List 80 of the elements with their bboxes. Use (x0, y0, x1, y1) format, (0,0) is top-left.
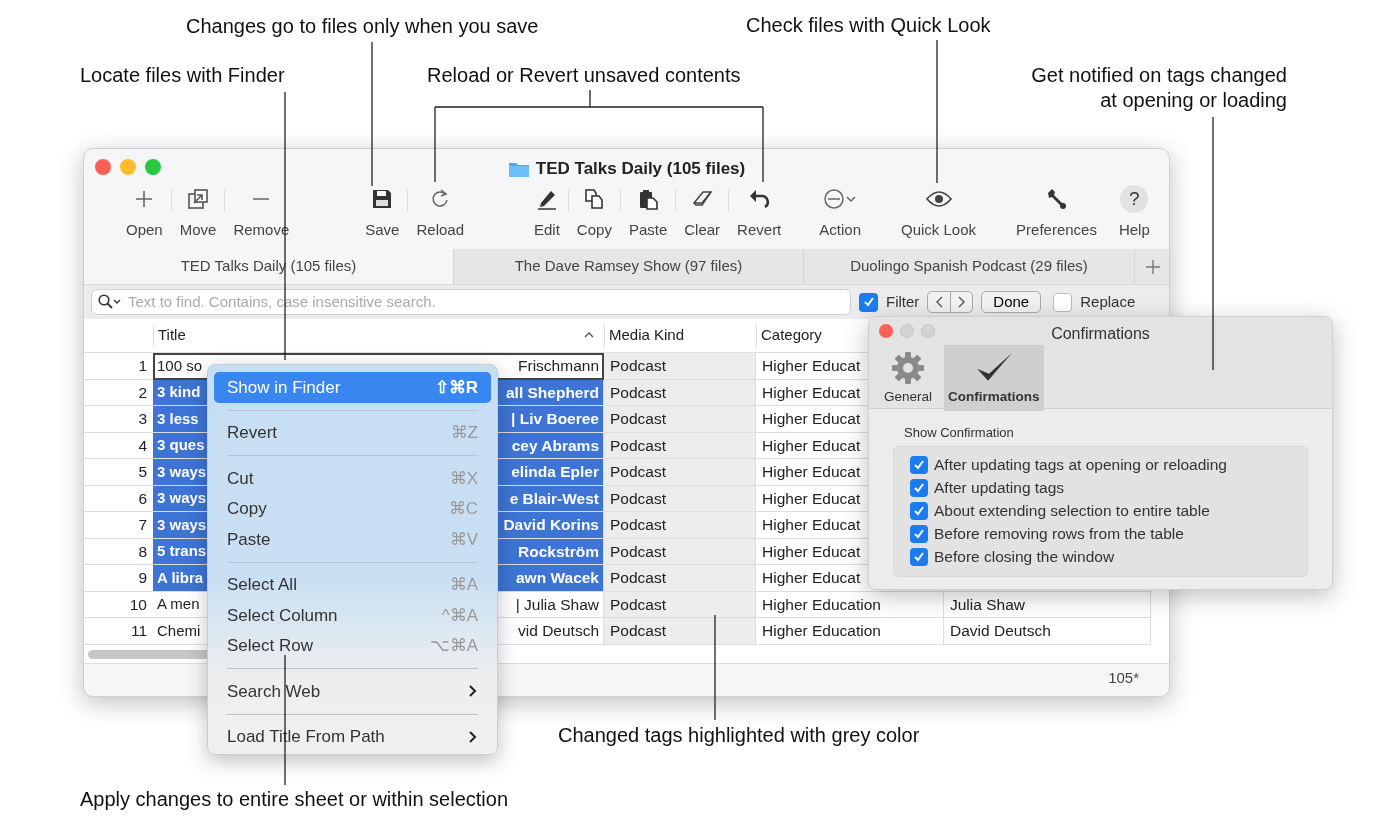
tab[interactable]: Duolingo Spanish Podcast (29 files) (803, 249, 1134, 284)
toolbar-button[interactable]: Quick Look (893, 185, 985, 242)
table-cell: Higher Education (756, 618, 944, 645)
checkbox-label: Filter (886, 291, 920, 312)
copy-icon (583, 188, 606, 210)
checkbox[interactable] (1053, 292, 1073, 312)
undo-icon (748, 188, 771, 210)
action-icon (823, 188, 858, 210)
chevron-right-icon (468, 729, 478, 744)
toolbar-button[interactable]: Edit (526, 185, 568, 242)
checkmark-icon (913, 482, 925, 494)
callout-text: Changed tags highlighted with grey color (558, 723, 920, 748)
toolbar-button[interactable]: Action (811, 185, 869, 242)
plus-icon (1145, 259, 1161, 276)
table-cell: Podcast (604, 459, 756, 486)
table-cell: Podcast (604, 538, 756, 565)
table-cell: Podcast (604, 565, 756, 592)
toolbar-button[interactable]: Open (118, 185, 171, 242)
table-cell: Podcast (604, 591, 756, 618)
checkbox[interactable] (910, 502, 928, 520)
toolbar-button[interactable]: Copy (568, 185, 620, 242)
table-cell: Podcast (604, 485, 756, 512)
chevron-right-icon (468, 684, 478, 699)
clipboard-icon (637, 188, 660, 210)
toolbar-button[interactable]: Paste (620, 185, 676, 242)
table-cell: David Deutsch (944, 618, 1151, 645)
minus-icon (251, 197, 272, 201)
checkbox[interactable] (910, 548, 928, 566)
checkmark-icon (862, 296, 875, 308)
close-button[interactable] (95, 159, 111, 175)
table-cell: Podcast (604, 512, 756, 539)
table-cell: Higher Education (756, 591, 944, 618)
preferences-tab[interactable]: Confirmations (944, 345, 1044, 411)
toolbar-button[interactable]: Move (171, 185, 225, 242)
table-cell: Podcast (604, 353, 756, 380)
table-cell: Podcast (604, 618, 756, 645)
dialog-title: Confirmations (1051, 325, 1150, 342)
table-cell: Podcast (604, 432, 756, 459)
callout-text: Apply changes to entire sheet or within selection (80, 787, 509, 812)
checkbox[interactable] (859, 292, 878, 312)
close-button[interactable] (879, 324, 893, 338)
table-cell: Podcast (604, 406, 756, 433)
add-tab-button[interactable] (1134, 249, 1169, 284)
done-button[interactable]: Done (981, 291, 1042, 313)
checkbox-label: Replace (1080, 291, 1136, 312)
wrench-icon (1045, 188, 1068, 210)
checkbox[interactable] (910, 525, 928, 543)
callout-text: Reload or Revert unsaved contents (427, 63, 741, 88)
toolbar-button[interactable]: Reload (408, 185, 472, 242)
checkmark-icon (913, 528, 925, 540)
callout-text: Changes go to files only when you save (186, 14, 539, 39)
eye-icon (925, 190, 952, 208)
toolbar-button[interactable]: Revert (729, 185, 790, 242)
checkbox[interactable] (910, 479, 928, 497)
window-title: TED Talks Daily (105 files) (535, 158, 746, 180)
tab[interactable]: The Dave Ramsey Show (97 files) (453, 249, 803, 284)
toolbar-button[interactable]: ? Help (1110, 185, 1158, 242)
plus-icon (134, 189, 155, 209)
toolbar-button[interactable]: Preferences (1008, 185, 1105, 242)
checkmark-icon (913, 459, 925, 471)
menu-item[interactable]: Show in Finder ⇧⌘R (214, 372, 491, 403)
pencil-icon (535, 188, 558, 210)
checkmark-icon (913, 551, 925, 563)
table-cell: 100 so Frischmann (153, 353, 604, 380)
move-icon (187, 188, 210, 210)
column-header[interactable]: Title (153, 324, 604, 347)
help-icon: ? (1120, 185, 1149, 213)
checkmark-icon (913, 505, 925, 517)
callout-text: Locate files with Finder (80, 63, 285, 88)
checkbox[interactable] (910, 456, 928, 474)
table-cell: Podcast (604, 379, 756, 406)
search-icon (98, 294, 122, 310)
zoom-button[interactable] (145, 159, 161, 175)
callout-text: Check files with Quick Look (746, 13, 991, 38)
gear-icon (891, 350, 925, 385)
column-header[interactable]: Media Kind (604, 324, 756, 347)
toolbar-button[interactable]: Clear (676, 185, 729, 242)
callout-text: Get notified on tags changed at opening or loading (1031, 63, 1287, 113)
toolbar-button[interactable]: Save (357, 185, 408, 242)
table-cell: Julia Shaw (944, 591, 1151, 618)
